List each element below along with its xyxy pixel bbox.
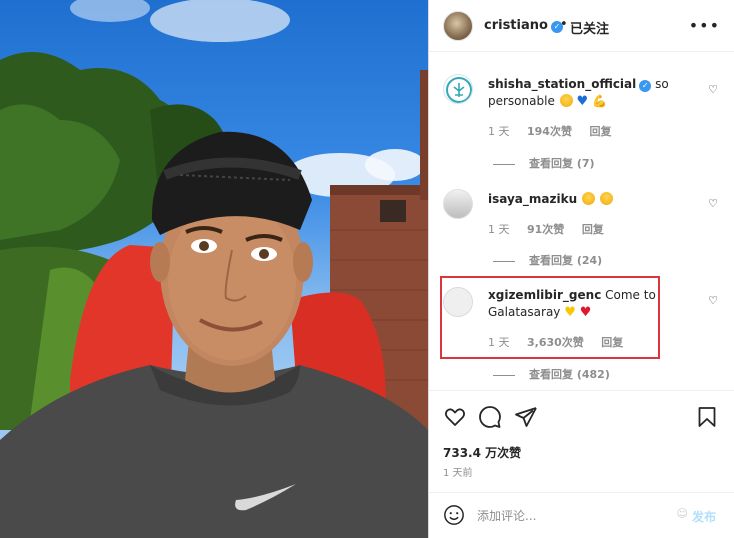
comment-icon[interactable] <box>478 405 502 429</box>
separator-dot: • <box>560 17 568 32</box>
shisha-logo-icon <box>446 77 472 103</box>
comment-text: shisha_station_official ✓ so personable ♥… <box>488 77 669 109</box>
view-replies-link[interactable]: 查看回复 (482) <box>493 366 610 382</box>
laughing-emoji-icon <box>559 94 573 107</box>
comment-like-heart-icon[interactable]: ♡ <box>708 197 718 210</box>
author-avatar[interactable] <box>443 11 473 41</box>
post-comment-button[interactable]: 发布 <box>692 508 716 525</box>
comment-input[interactable] <box>477 507 667 525</box>
comment-text: isaya_maziku <box>488 191 693 208</box>
view-replies-link[interactable]: 查看回复 (24) <box>493 252 602 268</box>
more-horizontal-icon[interactable]: ••• <box>689 16 720 35</box>
tears-of-joy-emoji-icon <box>599 192 613 205</box>
comment-like-heart-icon[interactable]: ♡ <box>708 83 718 96</box>
comment-item: isaya_maziku 1 天 91次赞 回复 ♡ 查看回复 (24) <box>429 173 734 273</box>
comment-composer: ☺ 发布 <box>429 492 734 538</box>
heart-icon[interactable] <box>443 405 467 429</box>
post-header: cristiano ✓ • 已关注 ••• <box>429 0 734 52</box>
emoji-icon[interactable] <box>443 504 465 526</box>
comment-list[interactable]: shisha_station_official ✓ so personable ♥… <box>429 53 734 390</box>
comment-highlight-box <box>440 276 660 359</box>
follow-status-button[interactable]: 已关注 <box>570 18 609 37</box>
post-photo[interactable] <box>0 0 428 538</box>
flexed-biceps-emoji-icon: 💪 <box>591 94 607 108</box>
comment-meta: 1 天 91次赞 回复 <box>488 223 604 236</box>
bookmark-icon[interactable] <box>695 405 719 429</box>
verified-badge-icon: ✓ <box>639 80 652 92</box>
selfie-illustration <box>0 0 428 538</box>
emoji-picker-small-icon[interactable]: ☺ <box>677 507 688 520</box>
like-count[interactable]: 733.4 万次赞 <box>443 444 521 461</box>
commenter-username[interactable]: shisha_station_official <box>488 77 636 91</box>
view-replies-link[interactable]: 查看回复 (7) <box>493 155 595 171</box>
blue-heart-emoji-icon: ♥ <box>576 94 589 109</box>
commenter-username[interactable]: isaya_maziku <box>488 192 577 206</box>
tears-of-joy-emoji-icon <box>581 192 595 205</box>
post-dialog: cristiano ✓ • 已关注 ••• shisha_station_offi… <box>0 0 734 538</box>
post-panel: cristiano ✓ • 已关注 ••• shisha_station_offi… <box>429 0 734 538</box>
comment-meta: 1 天 194次赞 回复 <box>488 125 612 138</box>
comment-like-heart-icon[interactable]: ♡ <box>708 294 718 307</box>
author-username[interactable]: cristiano ✓ <box>484 18 563 33</box>
post-timestamp[interactable]: 1 天前 <box>443 464 473 479</box>
commenter-avatar[interactable] <box>443 189 473 219</box>
commenter-avatar[interactable] <box>443 74 473 104</box>
comment-item: shisha_station_official ✓ so personable ♥… <box>429 53 734 173</box>
action-bar: 733.4 万次赞 1 天前 <box>429 390 734 485</box>
share-icon[interactable] <box>514 405 538 429</box>
